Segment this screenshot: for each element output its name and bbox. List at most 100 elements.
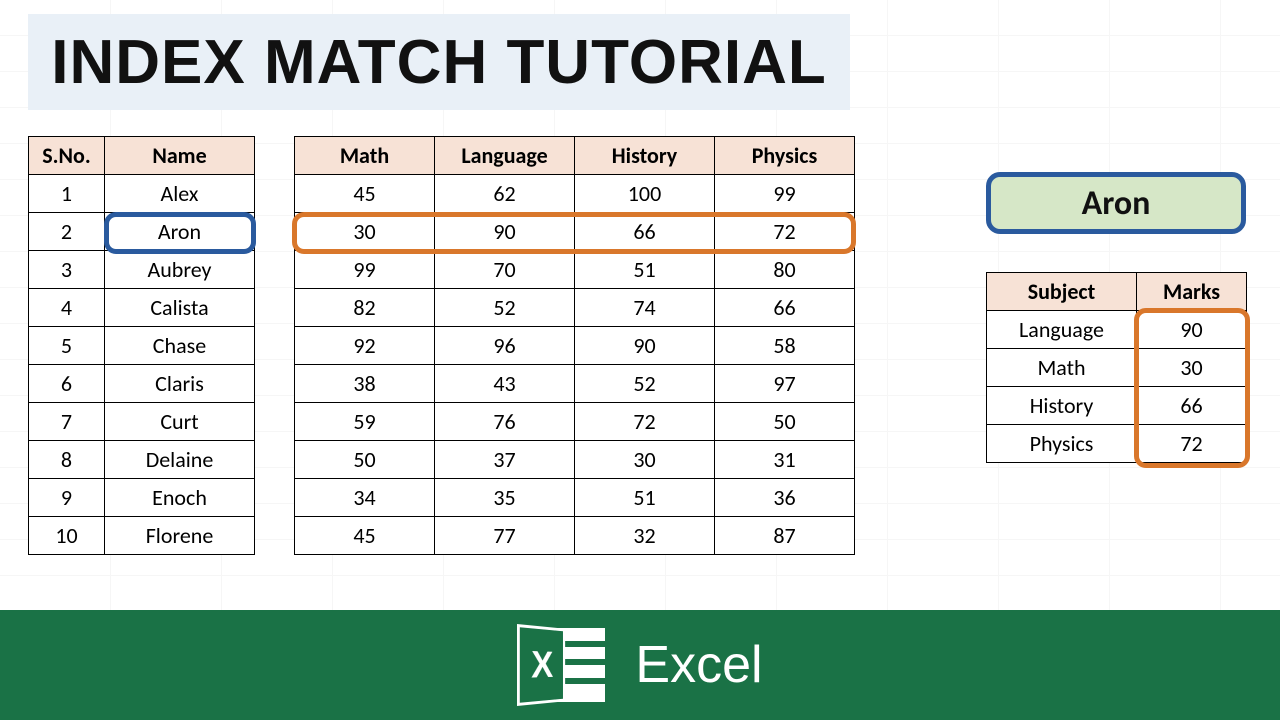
- cell-score[interactable]: 99: [295, 251, 435, 289]
- cell-sno[interactable]: 1: [29, 175, 105, 213]
- cell-sno[interactable]: 7: [29, 403, 105, 441]
- cell-name[interactable]: Calista: [105, 289, 255, 327]
- cell-score[interactable]: 80: [715, 251, 855, 289]
- table-row[interactable]: Language90: [987, 311, 1247, 349]
- cell-score[interactable]: 50: [295, 441, 435, 479]
- cell-score[interactable]: 100: [575, 175, 715, 213]
- cell-name[interactable]: Delaine: [105, 441, 255, 479]
- cell-marks[interactable]: 90: [1137, 311, 1247, 349]
- cell-score[interactable]: 90: [435, 213, 575, 251]
- result-header-row: Subject Marks: [987, 273, 1247, 311]
- cell-score[interactable]: 97: [715, 365, 855, 403]
- cell-score[interactable]: 87: [715, 517, 855, 555]
- cell-score[interactable]: 35: [435, 479, 575, 517]
- cell-score[interactable]: 70: [435, 251, 575, 289]
- table-row[interactable]: 5Chase 92969058: [29, 327, 855, 365]
- cell-score[interactable]: 62: [435, 175, 575, 213]
- header-name: Name: [105, 137, 255, 175]
- header-language: Language: [435, 137, 575, 175]
- cell-sno[interactable]: 9: [29, 479, 105, 517]
- cell-score[interactable]: 50: [715, 403, 855, 441]
- cell-name[interactable]: Chase: [105, 327, 255, 365]
- cell-score[interactable]: 72: [575, 403, 715, 441]
- cell-name[interactable]: Aubrey: [105, 251, 255, 289]
- table-row[interactable]: 4Calista 82527466: [29, 289, 855, 327]
- gap-col: [255, 403, 295, 441]
- app-banner: X Excel: [0, 610, 1280, 720]
- worksheet[interactable]: INDEX MATCH TUTORIAL S.No. Name Math Lan…: [0, 0, 1280, 720]
- cell-name[interactable]: Aron: [105, 213, 255, 251]
- table-row[interactable]: 2Aron 30906672: [29, 213, 855, 251]
- cell-score[interactable]: 52: [435, 289, 575, 327]
- cell-score[interactable]: 74: [575, 289, 715, 327]
- header-math: Math: [295, 137, 435, 175]
- page-title: INDEX MATCH TUTORIAL: [51, 27, 826, 98]
- result-header-marks: Marks: [1137, 273, 1247, 311]
- cell-score[interactable]: 66: [715, 289, 855, 327]
- cell-marks[interactable]: 72: [1137, 425, 1247, 463]
- table-row[interactable]: 9Enoch 34355136: [29, 479, 855, 517]
- cell-score[interactable]: 82: [295, 289, 435, 327]
- cell-score[interactable]: 36: [715, 479, 855, 517]
- cell-score[interactable]: 34: [295, 479, 435, 517]
- cell-score[interactable]: 77: [435, 517, 575, 555]
- cell-subject[interactable]: Math: [987, 349, 1137, 387]
- cell-sno[interactable]: 6: [29, 365, 105, 403]
- cell-score[interactable]: 58: [715, 327, 855, 365]
- cell-score[interactable]: 51: [575, 479, 715, 517]
- cell-score[interactable]: 31: [715, 441, 855, 479]
- cell-name[interactable]: Curt: [105, 403, 255, 441]
- cell-score[interactable]: 30: [295, 213, 435, 251]
- table-row[interactable]: 8Delaine 50373031: [29, 441, 855, 479]
- gap-col: [255, 441, 295, 479]
- excel-icon-letter: X: [517, 624, 565, 706]
- cell-score[interactable]: 43: [435, 365, 575, 403]
- lookup-name-cell[interactable]: Aron: [986, 172, 1246, 234]
- table-row[interactable]: 3Aubrey 99705180: [29, 251, 855, 289]
- cell-subject[interactable]: Physics: [987, 425, 1137, 463]
- cell-sno[interactable]: 3: [29, 251, 105, 289]
- gap-col: [255, 137, 295, 175]
- cell-name[interactable]: Alex: [105, 175, 255, 213]
- cell-score[interactable]: 45: [295, 175, 435, 213]
- cell-score[interactable]: 72: [715, 213, 855, 251]
- cell-score[interactable]: 66: [575, 213, 715, 251]
- cell-sno[interactable]: 5: [29, 327, 105, 365]
- cell-score[interactable]: 32: [575, 517, 715, 555]
- grades-table-header-row: S.No. Name Math Language History Physics: [29, 137, 855, 175]
- cell-score[interactable]: 52: [575, 365, 715, 403]
- cell-score[interactable]: 51: [575, 251, 715, 289]
- cell-sno[interactable]: 2: [29, 213, 105, 251]
- lookup-result-table[interactable]: Subject Marks Language90Math30History66P…: [986, 272, 1247, 463]
- table-row[interactable]: History66: [987, 387, 1247, 425]
- cell-score[interactable]: 59: [295, 403, 435, 441]
- cell-name[interactable]: Enoch: [105, 479, 255, 517]
- cell-score[interactable]: 99: [715, 175, 855, 213]
- grades-table[interactable]: S.No. Name Math Language History Physics…: [28, 136, 855, 555]
- cell-name[interactable]: Claris: [105, 365, 255, 403]
- cell-score[interactable]: 90: [575, 327, 715, 365]
- cell-name[interactable]: Florene: [105, 517, 255, 555]
- table-row[interactable]: 7Curt 59767250: [29, 403, 855, 441]
- cell-subject[interactable]: Language: [987, 311, 1137, 349]
- cell-score[interactable]: 96: [435, 327, 575, 365]
- cell-marks[interactable]: 66: [1137, 387, 1247, 425]
- cell-marks[interactable]: 30: [1137, 349, 1247, 387]
- table-row[interactable]: 6Claris 38435297: [29, 365, 855, 403]
- cell-sno[interactable]: 4: [29, 289, 105, 327]
- cell-sno[interactable]: 8: [29, 441, 105, 479]
- cell-score[interactable]: 37: [435, 441, 575, 479]
- cell-subject[interactable]: History: [987, 387, 1137, 425]
- cell-score[interactable]: 30: [575, 441, 715, 479]
- excel-icon: X: [517, 624, 605, 706]
- title-banner: INDEX MATCH TUTORIAL: [28, 14, 850, 110]
- cell-score[interactable]: 38: [295, 365, 435, 403]
- cell-score[interactable]: 76: [435, 403, 575, 441]
- table-row[interactable]: Math30: [987, 349, 1247, 387]
- table-row[interactable]: Physics72: [987, 425, 1247, 463]
- cell-score[interactable]: 92: [295, 327, 435, 365]
- cell-sno[interactable]: 10: [29, 517, 105, 555]
- cell-score[interactable]: 45: [295, 517, 435, 555]
- table-row[interactable]: 1Alex 456210099: [29, 175, 855, 213]
- table-row[interactable]: 10Florene 45773287: [29, 517, 855, 555]
